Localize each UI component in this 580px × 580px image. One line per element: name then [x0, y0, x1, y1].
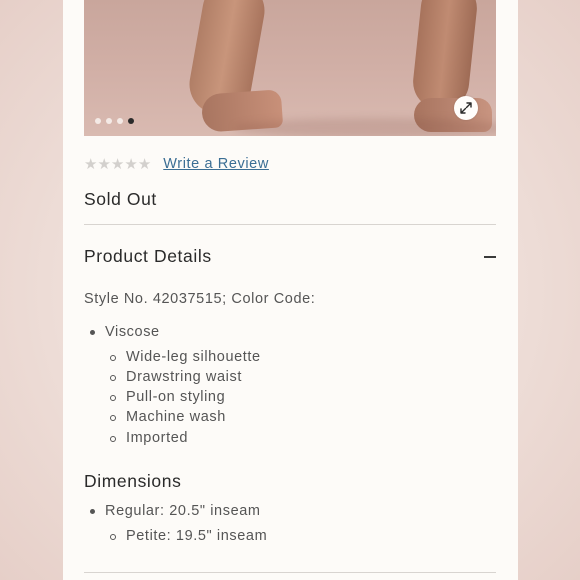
bullet — [90, 509, 95, 514]
feature-item: Pull-on styling — [126, 389, 226, 405]
star-icon: ★ — [137, 155, 152, 173]
star-icon: ★ — [124, 155, 138, 173]
feature-item: Machine wash — [126, 409, 226, 425]
rating-row: ★ ★ ★ ★ ★ Write a Review — [84, 155, 269, 173]
minus-icon[interactable] — [484, 256, 496, 258]
star-rating: ★ ★ ★ ★ ★ — [84, 155, 151, 173]
sub-bullet — [110, 436, 116, 442]
product-image[interactable] — [84, 0, 496, 136]
dimension-petite: Petite: 19.5" inseam — [126, 528, 268, 544]
carousel-dot-3[interactable] — [117, 118, 123, 124]
dimension-regular: Regular: 20.5" inseam — [105, 503, 261, 519]
dimensions-header: Dimensions — [84, 471, 182, 491]
zoom-button[interactable] — [454, 96, 478, 120]
star-icon: ★ — [84, 155, 98, 173]
star-icon: ★ — [97, 155, 111, 173]
feature-item: Wide-leg silhouette — [126, 349, 261, 365]
sub-bullet — [110, 534, 116, 540]
carousel-dot-2[interactable] — [106, 118, 112, 124]
carousel-dot-4[interactable] — [128, 118, 134, 124]
expand-arrows-icon — [460, 102, 472, 114]
floor-shadow — [234, 118, 496, 136]
write-review-link[interactable]: Write a Review — [163, 156, 269, 172]
feature-item: Drawstring waist — [126, 369, 242, 385]
sub-bullet — [110, 395, 116, 401]
bullet — [90, 330, 95, 335]
feature-item: Imported — [126, 430, 189, 446]
carousel-dot-1[interactable] — [95, 118, 101, 124]
availability-status: Sold Out — [84, 189, 157, 209]
sub-bullet — [110, 375, 116, 381]
product-details-header[interactable]: Product Details — [84, 246, 212, 267]
carousel-dots — [95, 118, 134, 124]
star-icon: ★ — [110, 155, 125, 173]
divider — [84, 224, 496, 225]
divider — [84, 572, 496, 573]
sub-bullet — [110, 415, 116, 421]
product-card: ★ ★ ★ ★ ★ Write a Review Sold Out Produc… — [63, 0, 518, 580]
sub-bullet — [110, 355, 116, 361]
material-item: Viscose — [105, 324, 160, 340]
style-number: Style No. 42037515; Color Code: — [84, 291, 316, 307]
